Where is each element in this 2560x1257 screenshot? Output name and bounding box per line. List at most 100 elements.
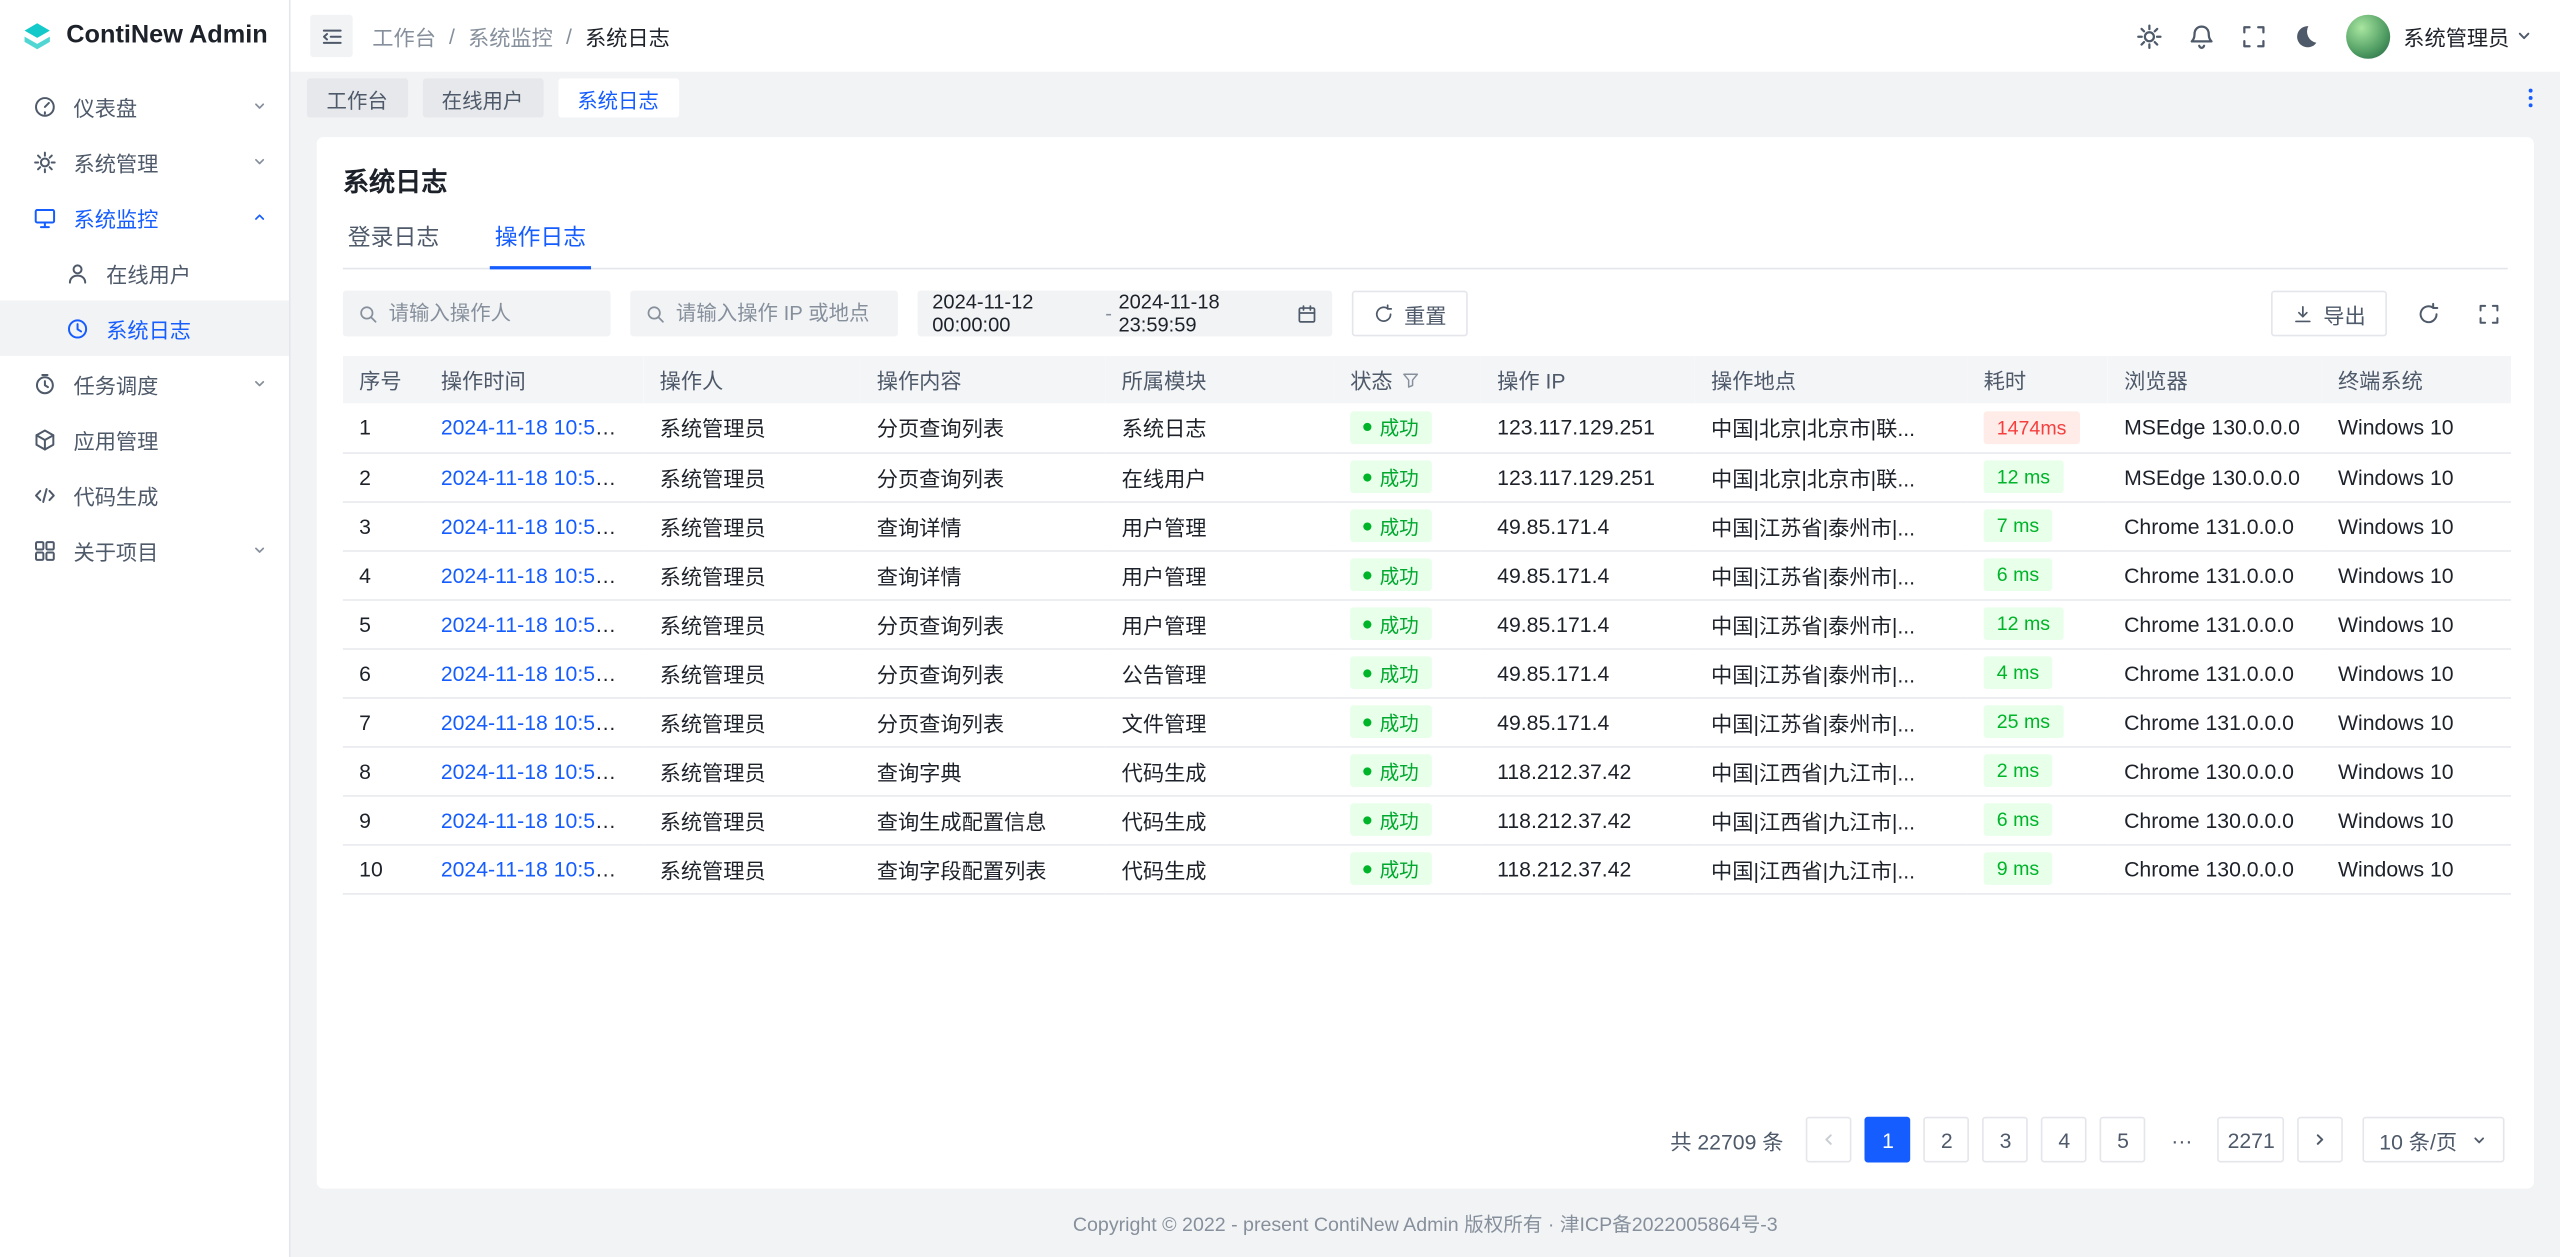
cell-operator: 系统管理员 <box>643 550 860 599</box>
cell-os: Windows 10 <box>2322 403 2511 452</box>
cell-no: 10 <box>343 844 425 893</box>
page-button-3[interactable]: 3 <box>1983 1117 2029 1163</box>
duration-badge: 9 ms <box>1984 852 2053 885</box>
tab-workbench[interactable]: 工作台 <box>307 78 407 117</box>
sidebar: ContiNew Admin 仪表盘 系统管理 <box>0 0 291 1257</box>
sidebar-item-system-log[interactable]: 系统日志 <box>0 300 289 356</box>
next-page-button[interactable] <box>2298 1117 2344 1163</box>
table-row: 3 2024-11-18 10:52:12 系统管理员 查询详情 用户管理 成功… <box>343 501 2511 550</box>
date-range-picker[interactable]: 2024-11-12 00:00:00 - 2024-11-18 23:59:5… <box>918 291 1333 337</box>
tab-system-log[interactable]: 系统日志 <box>558 78 679 117</box>
sidebar-item-system-monitor[interactable]: 系统监控 <box>0 189 289 245</box>
pagination-total: 共 22709 条 <box>1670 1124 1783 1155</box>
ip-search-input[interactable] <box>676 302 883 325</box>
search-icon <box>645 303 666 324</box>
tab-list-more-icon[interactable] <box>2518 85 2544 111</box>
sidebar-item-task-schedule[interactable]: 任务调度 <box>0 356 289 412</box>
page-button-1[interactable]: 1 <box>1865 1117 1911 1163</box>
cell-os: Windows 10 <box>2322 599 2511 648</box>
col-no: 序号 <box>343 356 425 403</box>
cell-module: 用户管理 <box>1105 550 1334 599</box>
cell-browser: Chrome 130.0.0.0 <box>2108 844 2322 893</box>
breadcrumb-item[interactable]: 系统监控 <box>468 20 553 51</box>
sidebar-item-dashboard[interactable]: 仪表盘 <box>0 78 289 134</box>
cell-location: 中国|北京|北京市|联... <box>1695 403 1968 452</box>
sidebar-item-label: 代码生成 <box>73 479 269 510</box>
sidebar-item-app-management[interactable]: 应用管理 <box>0 411 289 467</box>
cell-browser: Chrome 131.0.0.0 <box>2108 599 2322 648</box>
cell-time: 2024-11-18 10:51:49 <box>424 844 643 893</box>
dark-mode-moon-icon[interactable] <box>2292 22 2320 50</box>
col-time: 操作时间 <box>424 356 643 403</box>
table-body: 1 2024-11-18 10:52:55 系统管理员 分页查询列表 系统日志 … <box>343 403 2511 893</box>
gear-icon[interactable] <box>2135 22 2163 50</box>
time-link[interactable]: 2024-11-18 10:51:49 <box>441 856 637 880</box>
operator-search-input[interactable] <box>389 302 596 325</box>
avatar[interactable] <box>2346 14 2390 58</box>
operator-search-field <box>343 291 611 337</box>
status-badge: 成功 <box>1350 656 1432 689</box>
page-size-select[interactable]: 10 条/页 <box>2363 1117 2505 1163</box>
cell-location: 中国|江苏省|泰州市|... <box>1695 697 1968 746</box>
sidebar-collapse-button[interactable] <box>310 15 352 57</box>
page-content: 系统日志 登录日志 操作日志 2024-11-12 00:00: <box>291 124 2560 1188</box>
cell-os: Windows 10 <box>2322 648 2511 697</box>
fullscreen-icon[interactable] <box>2240 22 2268 50</box>
bell-icon[interactable] <box>2188 22 2216 50</box>
time-link[interactable]: 2024-11-18 10:52:47 <box>441 464 637 488</box>
table-row: 5 2024-11-18 10:51:55 系统管理员 分页查询列表 用户管理 … <box>343 599 2511 648</box>
cell-ip: 118.212.37.42 <box>1481 746 1695 795</box>
app-title: ContiNew Admin <box>66 21 268 50</box>
time-link[interactable]: 2024-11-18 10:52:12 <box>441 513 637 537</box>
log-tabs: 登录日志 操作日志 <box>343 220 2508 269</box>
cell-os: Windows 10 <box>2322 550 2511 599</box>
app-window: ContiNew Admin 仪表盘 系统管理 <box>0 0 2560 1257</box>
prev-page-button[interactable] <box>1806 1117 1852 1163</box>
time-link[interactable]: 2024-11-18 10:52:55 <box>441 415 637 439</box>
status-dot-icon <box>1363 816 1371 824</box>
cell-operator: 系统管理员 <box>643 844 860 893</box>
user-icon <box>65 260 89 284</box>
page-button-5[interactable]: 5 <box>2100 1117 2146 1163</box>
tab-login-log[interactable]: 登录日志 <box>343 220 444 267</box>
time-link[interactable]: 2024-11-18 10:51:53 <box>441 660 637 684</box>
status-dot-icon <box>1363 620 1371 628</box>
page-tabbar: 工作台 在线用户 系统日志 <box>291 72 2560 124</box>
reset-label: 重置 <box>1404 298 1446 329</box>
page-ellipsis[interactable]: ··· <box>2159 1117 2205 1163</box>
sidebar-item-online-users[interactable]: 在线用户 <box>0 245 289 301</box>
reset-button[interactable]: 重置 <box>1352 291 1468 337</box>
cell-os: Windows 10 <box>2322 452 2511 501</box>
cell-browser: Chrome 131.0.0.0 <box>2108 550 2322 599</box>
status-dot-icon <box>1363 669 1371 677</box>
time-link[interactable]: 2024-11-18 10:51:52 <box>441 709 637 733</box>
cell-ip: 49.85.171.4 <box>1481 550 1695 599</box>
page-button-4[interactable]: 4 <box>2041 1117 2087 1163</box>
table-toolbar: 导出 <box>2271 291 2508 337</box>
table-fullscreen-icon[interactable] <box>2469 294 2508 333</box>
tab-online-users[interactable]: 在线用户 <box>422 78 543 117</box>
sidebar-item-code-generation[interactable]: 代码生成 <box>0 467 289 523</box>
monitor-icon <box>33 205 57 229</box>
time-link[interactable]: 2024-11-18 10:52:05 <box>441 562 637 586</box>
page-button-last[interactable]: 2271 <box>2218 1117 2285 1163</box>
page-button-2[interactable]: 2 <box>1924 1117 1970 1163</box>
export-button[interactable]: 导出 <box>2271 291 2387 337</box>
chevron-down-icon <box>250 540 270 560</box>
tab-label: 操作日志 <box>495 224 586 250</box>
time-link[interactable]: 2024-11-18 10:51:49 <box>441 807 637 831</box>
chevron-down-icon[interactable] <box>2514 26 2534 46</box>
sidebar-item-about-project[interactable]: 关于项目 <box>0 522 289 578</box>
sidebar-item-system-management[interactable]: 系统管理 <box>0 134 289 190</box>
refresh-icon[interactable] <box>2408 294 2447 333</box>
time-link[interactable]: 2024-11-18 10:51:55 <box>441 611 637 635</box>
cell-duration: 12 ms <box>1967 599 2107 648</box>
tab-operation-log[interactable]: 操作日志 <box>490 220 591 267</box>
table-row: 2 2024-11-18 10:52:47 系统管理员 分页查询列表 在线用户 … <box>343 452 2511 501</box>
user-name[interactable]: 系统管理员 <box>2403 20 2509 51</box>
filter-funnel-icon[interactable] <box>1401 370 1421 390</box>
time-link[interactable]: 2024-11-18 10:51:50 <box>441 758 637 782</box>
status-badge: 成功 <box>1350 803 1432 836</box>
breadcrumb-item[interactable]: 工作台 <box>372 20 436 51</box>
app-logo[interactable]: ContiNew Admin <box>0 0 289 72</box>
